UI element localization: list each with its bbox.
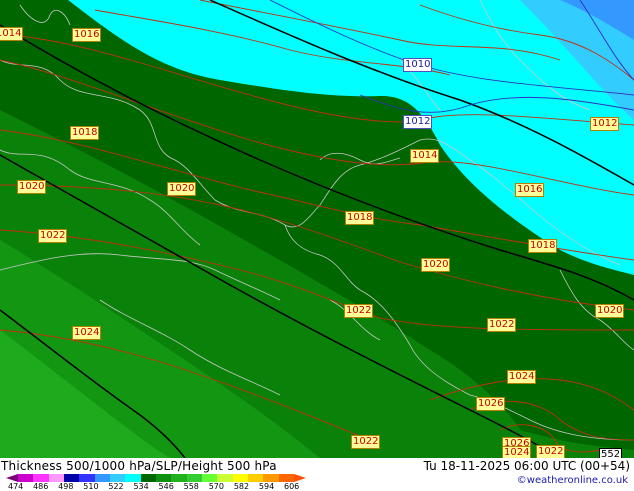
isobar-label: 1014 (410, 149, 440, 163)
legend-swatch (94, 474, 110, 482)
isobar-label: 1026 (476, 397, 506, 411)
legend-swatch (155, 474, 172, 482)
legend-swatch (201, 474, 218, 482)
isobar-label: 1024 (507, 370, 537, 384)
isobar-label: 1018 (345, 211, 375, 225)
isobar-label: 1024 (72, 326, 102, 340)
credit-link[interactable]: ©weatheronline.co.uk (517, 475, 628, 486)
isobar-label: 1012 (403, 115, 433, 129)
legend-swatch (48, 474, 64, 482)
legend-swatch (109, 474, 126, 482)
legend-arrow-right-icon (294, 474, 306, 482)
legend-swatch (232, 474, 248, 482)
isobar-label: 1020 (595, 304, 625, 318)
valid-time: Tu 18-11-2025 06:00 UTC (00+54) (423, 459, 630, 473)
isobar-label: 1024 (502, 446, 532, 458)
footer-bar: Thickness 500/1000 hPa/SLP/Height 500 hP… (0, 458, 634, 491)
legend-arrow-left-icon (6, 474, 18, 482)
isobar-label: 1012 (590, 117, 620, 131)
weather-map: 1014 1016 1010 1012 1012 1018 1014 1020 … (0, 0, 634, 458)
legend-swatch (278, 474, 294, 482)
isobar-label: 1022 (487, 318, 517, 332)
isobar-label: 1018 (70, 126, 100, 140)
legend-swatch (171, 474, 187, 482)
isobar-label: 1022 (38, 229, 68, 243)
legend-swatch (247, 474, 264, 482)
isobar-label: 1018 (528, 239, 558, 253)
height-label: 552 (599, 448, 623, 458)
isobar-label: 1016 (72, 28, 102, 42)
isobar-label: 1020 (167, 182, 197, 196)
isobar-label: 1022 (536, 445, 566, 458)
isobar-label: 1022 (351, 435, 381, 449)
legend-swatch (263, 474, 279, 482)
legend-swatch (140, 474, 156, 482)
isobar-label: 1022 (344, 304, 374, 318)
isobar-label: 1020 (421, 258, 451, 272)
legend-swatch (18, 474, 34, 482)
color-legend (18, 474, 294, 482)
legend-swatch (217, 474, 233, 482)
legend-swatch (79, 474, 95, 482)
isobar-label: 1020 (17, 180, 47, 194)
isobar-label: 1014 (0, 27, 24, 41)
legend-swatch (63, 474, 80, 482)
map-canvas (0, 0, 634, 458)
legend-swatch (186, 474, 202, 482)
isobar-label: 1010 (403, 58, 433, 72)
isobar-label: 1016 (515, 183, 545, 197)
legend-swatch (33, 474, 49, 482)
legend-swatch (125, 474, 141, 482)
map-title: Thickness 500/1000 hPa/SLP/Height 500 hP… (1, 459, 277, 473)
